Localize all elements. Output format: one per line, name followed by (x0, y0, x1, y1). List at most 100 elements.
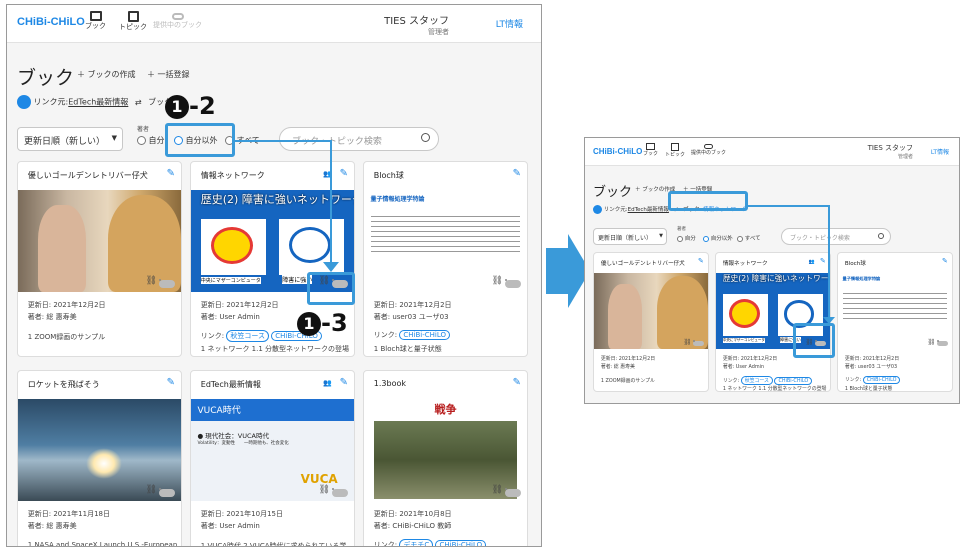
link-chip[interactable]: CHiBi-CHiLO (435, 540, 487, 546)
share-toggle[interactable] (159, 279, 175, 288)
book-card[interactable]: EdTech最新情報 👥 ✎ VUCA時代 ● 現代社会：VUCA時代 Volatilit… (190, 370, 355, 546)
link-chip[interactable]: 秋笠コース (740, 375, 773, 385)
card-description: 1 ネットワーク 1.1 分散型ネットワークの登場 (200, 345, 350, 353)
edit-pencil-icon[interactable]: ✎ (820, 257, 826, 265)
link-chip[interactable]: CHiBi-CHiLO (862, 375, 901, 384)
unlink-icon: ⛓ (683, 338, 692, 346)
app-header-right: CHiBi-CHiLO ブック トピック 提供中のブック TIES スタッフ 管… (585, 138, 959, 166)
edit-pencil-icon[interactable]: ✎ (513, 377, 521, 388)
sort-select-right[interactable]: 更新日順（新しい） ▼ (593, 228, 667, 245)
user-info-right[interactable]: TIES スタッフ 管理者 (868, 143, 913, 160)
edit-pencil-icon[interactable]: ✎ (698, 257, 704, 265)
sort-select[interactable]: 更新日順（新しい） ▼ (17, 127, 123, 151)
bulk-register-button[interactable]: ＋ 一括登録 (147, 69, 190, 80)
card-links: リンク: CHiBi-CHiLO (374, 330, 524, 340)
radio-self-right[interactable]: 自分 (677, 234, 696, 242)
search-input-right[interactable]: ブック・トピック検索 (781, 228, 891, 245)
nav-shared[interactable]: 提供中のブック (153, 11, 202, 30)
link-icon (171, 13, 184, 20)
unlink-icon: ⛓ (145, 276, 157, 286)
book-card[interactable]: 優しいゴールデンレトリバー仔犬 ✎ ⛓ 更新日: 2021年12月2日 著者: 総 惠寿… (17, 161, 182, 357)
vuca-badge: VUCA (300, 471, 338, 486)
card-title[interactable]: Bloch球 (374, 170, 404, 181)
card-title[interactable]: 優しいゴールデンレトリバー仔犬 (28, 170, 148, 181)
bloch-text-block (842, 289, 948, 320)
child-figure (37, 205, 87, 292)
radio-all-circle-right[interactable] (737, 235, 743, 242)
card-title[interactable]: 優しいゴールデンレトリバー仔犬 (601, 259, 685, 267)
radio-all-label-right: すべて (744, 236, 761, 242)
edit-pencil-icon[interactable]: ✎ (340, 377, 348, 388)
radio-others-right[interactable]: 自分以外 (703, 234, 733, 242)
people-icon: 👥 (323, 379, 332, 387)
book-card[interactable]: ロケットを飛ばそう ✎ ⛓ 更新日: 2021年11月18日 著者: 総 惠寿美 1 NA… (17, 370, 182, 546)
nav-book-label-right: ブック (643, 151, 659, 157)
connector-arrow-right (823, 317, 835, 324)
link-source-value-right[interactable]: EdTech最新情報 (628, 207, 669, 213)
share-toggle[interactable] (332, 488, 348, 497)
card-title[interactable]: 情報ネットワーク (723, 259, 768, 267)
book-card[interactable]: 1.3book ✎ 戦争 ⛓ 更新日: 2021年10月8日 著者: CHiBi-CHiL… (363, 370, 528, 546)
link-source-label: リンク元: (33, 97, 69, 107)
link-chip[interactable]: CHiBi-CHiLO (774, 376, 813, 385)
create-book-button[interactable]: ＋ ブックの作成 (77, 69, 136, 80)
edit-pencil-icon[interactable]: ✎ (340, 168, 348, 179)
share-toggle[interactable] (159, 488, 175, 497)
link-chip[interactable]: デモチC (399, 539, 434, 546)
share-toggle[interactable] (936, 339, 948, 347)
card-title[interactable]: 1.3book (374, 379, 406, 388)
nav-book[interactable]: ブック (85, 11, 106, 31)
share-toggle[interactable] (505, 279, 521, 288)
share-toggle[interactable] (692, 339, 704, 347)
nav-topic[interactable]: トピック (119, 11, 147, 32)
edit-pencil-icon[interactable]: ✎ (513, 168, 521, 179)
mesh-shape (288, 226, 332, 264)
radio-self-circle[interactable] (137, 136, 146, 145)
app-logo[interactable]: CHiBi-CHiLO (17, 16, 85, 28)
edit-pencil-icon[interactable]: ✎ (167, 377, 175, 388)
bloch-text-block (370, 212, 521, 254)
book-card[interactable]: 優しいゴールデンレトリバー仔犬 ✎ ⛓ 更新日: 2021年12月2日 著者: 総 惠寿… (593, 252, 709, 392)
radio-self[interactable]: 自分 (137, 135, 165, 146)
burst-shape (731, 302, 757, 326)
link-chip[interactable]: CHiBi-CHiLO (399, 330, 450, 340)
radio-others-circle-right[interactable] (703, 235, 709, 242)
link-source-value[interactable]: EdTech最新情報 (68, 98, 128, 107)
page-title: ブック (17, 67, 75, 89)
card-description: 1 Bloch球と量子状態 (844, 386, 893, 392)
book-card[interactable]: 情報ネットワーク 👥 ✎ 歴史(2) 障害に強いネットワーク 中央にマザーコンピュータ障… (715, 252, 831, 392)
book-card[interactable]: Bloch球 ✎ 量子情報処理学特論 ⛓ 更新日: 2021年12月2日 著者: user… (363, 161, 528, 357)
nav-topic-right[interactable]: トピック (665, 143, 685, 158)
card-description: 1 ZOOM録画のサンプル (27, 333, 106, 341)
link-chip[interactable]: 秋笠コース (226, 330, 270, 342)
nav-shared-right[interactable]: 提供中のブック (691, 143, 726, 156)
user-role: 管理者 (428, 28, 449, 36)
book-card[interactable]: Bloch球 ✎ 量子情報処理学特論 ⛓ 更新日: 2021年12月2日 著者: user… (837, 252, 953, 392)
card-title[interactable]: ロケットを飛ばそう (28, 379, 100, 390)
create-book-label: ブックの作成 (87, 70, 136, 79)
share-toggle[interactable] (505, 488, 521, 497)
search-placeholder-right: ブック・トピック検索 (790, 235, 850, 242)
search-input[interactable]: ブック・トピック検索 (279, 127, 439, 151)
unlink-icon: ⛓ (491, 276, 503, 286)
step-label-1-3: 1 -3 (297, 309, 348, 337)
card-title[interactable]: EdTech最新情報 (201, 379, 261, 390)
burst-shape (213, 229, 250, 261)
app-logo-right[interactable]: CHiBi-CHiLO (593, 147, 642, 156)
radio-self-circle-right[interactable] (677, 235, 683, 242)
nav-book-right[interactable]: ブック (643, 143, 658, 157)
card-title[interactable]: 情報ネットワーク (201, 170, 265, 181)
edit-pencil-icon[interactable]: ✎ (942, 257, 948, 265)
sort-value: 更新日順（新しい） (24, 137, 106, 147)
radio-all-right[interactable]: すべて (737, 234, 761, 242)
edit-pencil-icon[interactable]: ✎ (167, 168, 175, 179)
vuca-slide-title: VUCA時代 (197, 406, 241, 417)
right-screenshot: CHiBi-CHiLO ブック トピック 提供中のブック TIES スタッフ 管… (584, 137, 960, 404)
card-title[interactable]: Bloch球 (845, 259, 866, 267)
lt-info-link[interactable]: LT情報 (496, 17, 523, 30)
user-info[interactable]: TIES スタッフ 管理者 (384, 12, 449, 37)
link-icon (704, 144, 713, 149)
connector-line-left-v (330, 140, 332, 265)
tutorial-figure: CHiBi-CHiLO ブック トピック 提供中のブック TIES スタッフ 管… (0, 0, 968, 550)
lt-info-link-right[interactable]: LT情報 (931, 147, 949, 156)
